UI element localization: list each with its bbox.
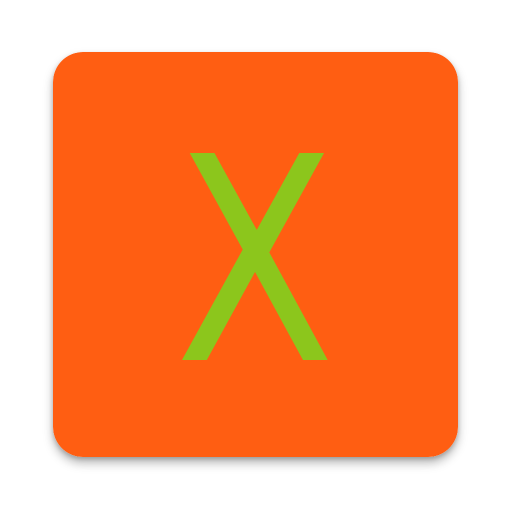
app-icon-glyph: X	[175, 96, 335, 427]
app-icon-graphic: X	[53, 52, 458, 457]
app-icon: X	[53, 52, 458, 457]
